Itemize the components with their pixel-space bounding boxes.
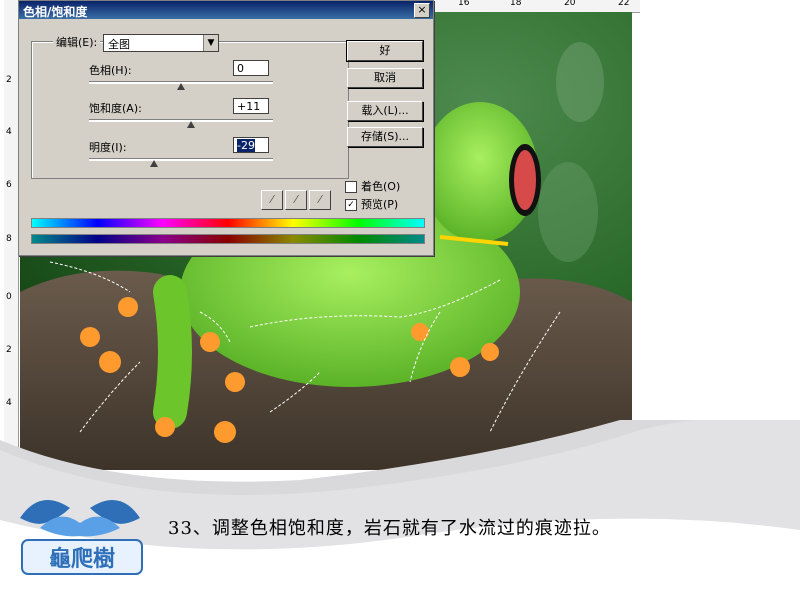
colorize-checkbox[interactable]: 着色(O)	[345, 178, 400, 194]
ok-button[interactable]: 好	[346, 40, 424, 62]
lightness-value: -29	[237, 139, 255, 152]
eyedropper-plus-icon[interactable]: ⁄	[285, 190, 307, 210]
load-button[interactable]: 载入(L)...	[347, 101, 423, 121]
ruler-label: 4	[6, 398, 12, 408]
preview-label: 预览(P)	[361, 198, 399, 211]
ruler-label: 2	[6, 75, 12, 85]
close-icon[interactable]: ×	[414, 3, 430, 18]
logo-text: 龜爬樹	[49, 546, 115, 572]
saturation-input[interactable]: +11	[233, 98, 269, 114]
edit-label: 编辑(E):	[53, 34, 101, 50]
step-caption: 33、调整色相饱和度，岩石就有了水流过的痕迹拉。	[168, 518, 611, 539]
ruler-label: 0	[6, 292, 12, 302]
saturation-label: 饱和度(A):	[89, 102, 142, 115]
hue-input[interactable]: 0	[233, 60, 269, 76]
lightness-input[interactable]: -29	[233, 137, 269, 153]
ruler-label: 8	[6, 234, 12, 244]
output-spectrum-bar	[31, 234, 425, 244]
hue-saturation-dialog: 色相/饱和度 × 编辑(E): 全图 ▼ 色相(H): 0 饱和度(A): +1…	[18, 0, 434, 256]
hue-label: 色相(H):	[89, 64, 132, 77]
chevron-down-icon[interactable]: ▼	[203, 35, 218, 51]
vertical-ruler: 2 4 6 8 0 2 4	[4, 0, 19, 470]
ruler-label: 22	[618, 0, 630, 8]
saturation-slider-thumb[interactable]	[187, 121, 196, 128]
ruler-label: 20	[564, 0, 576, 8]
lightness-label: 明度(I):	[89, 141, 127, 154]
lightness-slider-thumb[interactable]	[150, 160, 159, 167]
dialog-title: 色相/饱和度	[23, 5, 88, 19]
edit-dropdown-value: 全图	[108, 38, 130, 51]
edit-dropdown[interactable]: 全图 ▼	[103, 34, 219, 52]
eyedropper-minus-icon[interactable]: ⁄	[309, 190, 331, 210]
colorize-label: 着色(O)	[361, 180, 401, 193]
checkbox-box[interactable]: ✓	[345, 199, 357, 211]
site-logo: 龜爬樹	[20, 500, 143, 575]
ruler-label: 16	[458, 0, 470, 8]
saturation-value: +11	[237, 100, 261, 113]
eyedropper-icon[interactable]: ⁄	[261, 190, 283, 210]
dialog-title-bar[interactable]: 色相/饱和度 ×	[19, 1, 433, 19]
hue-value: 0	[237, 62, 244, 75]
save-button[interactable]: 存储(S)...	[347, 127, 423, 147]
cancel-button[interactable]: 取消	[347, 68, 423, 88]
ruler-label: 2	[6, 345, 12, 355]
lightness-slider-track[interactable]	[89, 158, 273, 161]
ruler-label: 6	[6, 180, 12, 190]
saturation-slider-track[interactable]	[89, 119, 273, 122]
ruler-label: 18	[510, 0, 522, 8]
preview-checkbox[interactable]: ✓ 预览(P)	[345, 196, 398, 212]
ruler-label: 4	[6, 127, 12, 137]
input-spectrum-bar	[31, 218, 425, 228]
hue-slider-thumb[interactable]	[177, 83, 185, 90]
checkbox-box[interactable]	[345, 181, 357, 193]
